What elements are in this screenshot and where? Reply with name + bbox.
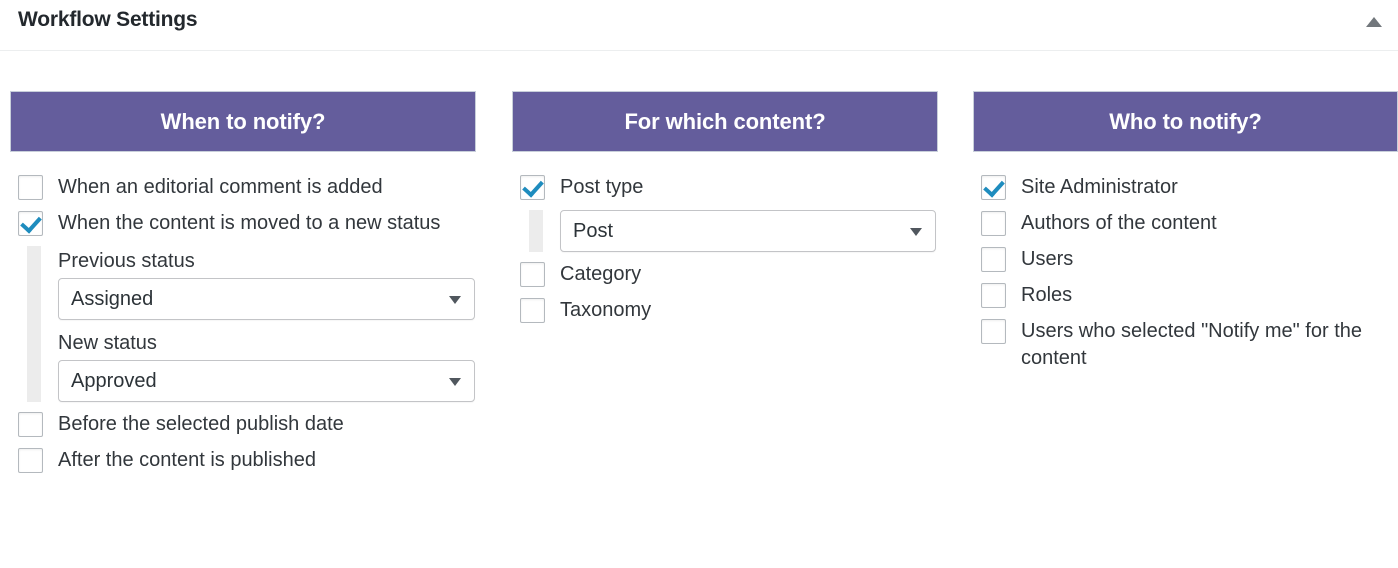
- label-new-status: New status: [58, 332, 157, 354]
- select-value-previous-status: Assigned: [71, 287, 154, 310]
- status-subsettings: Previous status Assigned New status Appr…: [10, 246, 476, 402]
- checkbox-label-users: Users: [1021, 248, 1074, 270]
- checkbox-label-post-type: Post type: [560, 176, 644, 198]
- checkbox-site-administrator[interactable]: [981, 175, 1006, 200]
- checkbox-row-site-administrator[interactable]: Site Administrator: [973, 174, 1398, 201]
- checkbox-label-site-administrator: Site Administrator: [1021, 176, 1178, 198]
- panel-header: Workflow Settings: [0, 0, 1398, 51]
- checkbox-label-authors-of-content: Authors of the content: [1021, 212, 1217, 234]
- checkbox-after-published[interactable]: [18, 448, 43, 473]
- checkbox-row-after-published[interactable]: After the content is published: [10, 447, 476, 474]
- checkbox-label-roles: Roles: [1021, 284, 1073, 306]
- checkbox-label-editorial-comment: When an editorial comment is added: [58, 176, 383, 198]
- select-new-status[interactable]: Approved: [58, 360, 475, 402]
- checkbox-label-category: Category: [560, 263, 642, 285]
- column-body-when-to-notify: When an editorial comment is added When …: [10, 152, 476, 474]
- indent-bar: [529, 210, 543, 252]
- checkbox-row-taxonomy[interactable]: Taxonomy: [512, 297, 938, 324]
- select-previous-status[interactable]: Assigned: [58, 278, 475, 320]
- checkbox-label-after-published: After the content is published: [58, 449, 316, 471]
- label-previous-status: Previous status: [58, 250, 195, 272]
- checkbox-label-content-moved-status: When the content is moved to a new statu…: [58, 212, 441, 234]
- checkbox-taxonomy[interactable]: [520, 298, 545, 323]
- column-header-who-to-notify: Who to notify?: [973, 91, 1398, 152]
- checkbox-row-authors-of-content[interactable]: Authors of the content: [973, 210, 1398, 237]
- checkbox-post-type[interactable]: [520, 175, 545, 200]
- checkbox-content-moved-status[interactable]: [18, 211, 43, 236]
- checkbox-row-roles[interactable]: Roles: [973, 282, 1398, 309]
- select-post-type[interactable]: Post: [560, 210, 936, 252]
- column-header-when-to-notify: When to notify?: [10, 91, 476, 152]
- chevron-down-icon: [910, 228, 922, 236]
- checkbox-row-category[interactable]: Category: [512, 261, 938, 288]
- checkbox-row-users-notify-me[interactable]: Users who selected "Notify me" for the c…: [973, 318, 1398, 372]
- checkbox-users[interactable]: [981, 247, 1006, 272]
- indent-bar: [27, 246, 41, 402]
- checkbox-users-notify-me[interactable]: [981, 319, 1006, 344]
- checkbox-row-post-type[interactable]: Post type: [512, 174, 938, 201]
- checkbox-row-editorial-comment[interactable]: When an editorial comment is added: [10, 174, 476, 201]
- workflow-settings-columns: When to notify? When an editorial commen…: [0, 51, 1398, 568]
- column-header-for-which-content: For which content?: [512, 91, 938, 152]
- column-body-for-which-content: Post type Post Category Taxonomy: [512, 152, 938, 324]
- checkbox-label-before-publish-date: Before the selected publish date: [58, 413, 344, 435]
- caret-up-icon: [1366, 17, 1382, 27]
- checkbox-authors-of-content[interactable]: [981, 211, 1006, 236]
- chevron-down-icon: [449, 378, 461, 386]
- column-body-who-to-notify: Site Administrator Authors of the conten…: [973, 152, 1398, 372]
- select-value-new-status: Approved: [71, 369, 157, 392]
- chevron-down-icon: [449, 296, 461, 304]
- checkbox-category[interactable]: [520, 262, 545, 287]
- checkbox-label-users-notify-me: Users who selected "Notify me" for the c…: [1021, 320, 1362, 369]
- column-when-to-notify: When to notify? When an editorial commen…: [10, 91, 476, 483]
- checkbox-editorial-comment[interactable]: [18, 175, 43, 200]
- checkbox-before-publish-date[interactable]: [18, 412, 43, 437]
- checkbox-roles[interactable]: [981, 283, 1006, 308]
- checkbox-row-users[interactable]: Users: [973, 246, 1398, 273]
- column-for-which-content: For which content? Post type Post Catego…: [512, 91, 938, 333]
- checkbox-label-taxonomy: Taxonomy: [560, 299, 652, 321]
- panel-collapse-button[interactable]: [1356, 4, 1392, 40]
- column-who-to-notify: Who to notify? Site Administrator Author…: [973, 91, 1398, 381]
- select-value-post-type: Post: [573, 219, 614, 242]
- page-title: Workflow Settings: [18, 8, 198, 31]
- checkbox-row-before-publish-date[interactable]: Before the selected publish date: [10, 411, 476, 438]
- post-type-subsettings: Post: [512, 210, 938, 252]
- checkbox-row-content-moved-status[interactable]: When the content is moved to a new statu…: [10, 210, 476, 237]
